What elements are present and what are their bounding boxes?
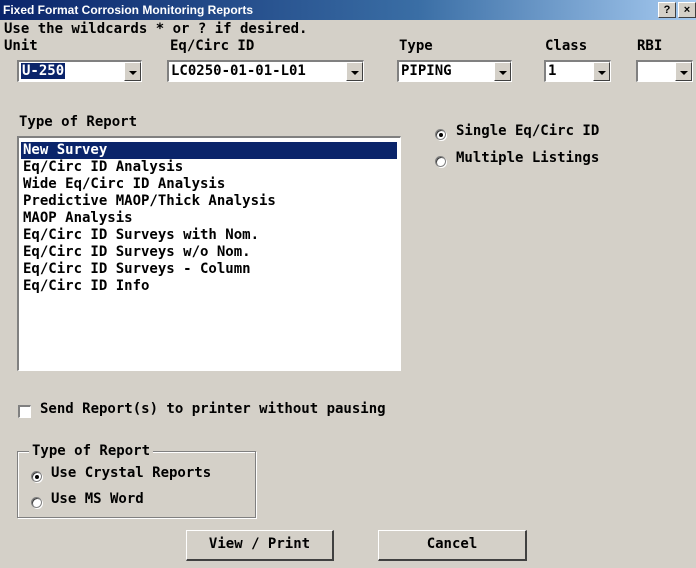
list-item[interactable]: Eq/Circ ID Surveys w/o Nom. bbox=[21, 244, 397, 261]
list-item[interactable]: Eq/Circ ID Surveys with Nom. bbox=[21, 227, 397, 244]
chevron-down-icon[interactable] bbox=[494, 62, 511, 81]
single-eqcirc-label[interactable]: Single Eq/Circ ID bbox=[456, 123, 599, 139]
type-label: Type bbox=[399, 38, 433, 54]
report-engine-group bbox=[17, 451, 256, 518]
list-item[interactable]: Predictive MAOP/Thick Analysis bbox=[21, 193, 397, 210]
ms-word-label[interactable]: Use MS Word bbox=[51, 491, 144, 507]
rbi-combo[interactable] bbox=[636, 60, 693, 82]
ms-word-radio[interactable] bbox=[31, 497, 42, 508]
class-combo[interactable]: 1 bbox=[544, 60, 611, 82]
eqcirc-combo[interactable]: LC0250-01-01-L01 bbox=[167, 60, 364, 82]
close-button[interactable]: × bbox=[678, 2, 696, 18]
crystal-reports-radio[interactable] bbox=[31, 471, 42, 482]
rbi-label: RBI bbox=[637, 38, 663, 54]
help-button[interactable]: ? bbox=[658, 2, 676, 18]
send-to-printer-checkbox[interactable] bbox=[18, 405, 31, 418]
report-dialog: Fixed Format Corrosion Monitoring Report… bbox=[0, 0, 696, 568]
type-combo[interactable]: PIPING bbox=[397, 60, 512, 82]
send-to-printer-label[interactable]: Send Report(s) to printer without pausin… bbox=[40, 401, 386, 417]
report-type-listbox[interactable]: New Survey Eq/Circ ID Analysis Wide Eq/C… bbox=[17, 136, 401, 371]
chevron-down-icon[interactable] bbox=[593, 62, 610, 81]
report-list-label: Type of Report bbox=[19, 114, 138, 130]
unit-combo[interactable]: U-250 bbox=[17, 60, 142, 82]
unit-label: Unit bbox=[4, 38, 38, 54]
title-bar: Fixed Format Corrosion Monitoring Report… bbox=[0, 0, 696, 20]
list-item[interactable]: MAOP Analysis bbox=[21, 210, 397, 227]
eqcirc-value: LC0250-01-01-L01 bbox=[171, 63, 306, 79]
view-print-button[interactable]: View / Print bbox=[186, 530, 334, 561]
multiple-listings-radio[interactable] bbox=[435, 156, 446, 167]
class-value: 1 bbox=[548, 63, 557, 79]
single-eqcirc-radio[interactable] bbox=[435, 129, 446, 140]
chevron-down-icon[interactable] bbox=[675, 62, 692, 81]
list-item[interactable]: Eq/Circ ID Surveys - Column bbox=[21, 261, 397, 278]
list-item[interactable]: Eq/Circ ID Info bbox=[21, 278, 397, 295]
instructions-text: Use the wildcards * or ? if desired. bbox=[4, 21, 308, 37]
class-label: Class bbox=[545, 38, 588, 54]
unit-value: U-250 bbox=[21, 63, 66, 79]
list-item[interactable]: Eq/Circ ID Analysis bbox=[21, 159, 397, 176]
chevron-down-icon[interactable] bbox=[346, 62, 363, 81]
crystal-reports-label[interactable]: Use Crystal Reports bbox=[51, 465, 211, 481]
multiple-listings-label[interactable]: Multiple Listings bbox=[456, 150, 599, 166]
type-value: PIPING bbox=[401, 63, 452, 79]
list-item[interactable]: New Survey bbox=[21, 142, 397, 159]
window-title: Fixed Format Corrosion Monitoring Report… bbox=[3, 3, 254, 17]
chevron-down-icon[interactable] bbox=[124, 62, 141, 81]
report-engine-legend: Type of Report bbox=[29, 443, 154, 459]
list-item[interactable]: Wide Eq/Circ ID Analysis bbox=[21, 176, 397, 193]
cancel-button[interactable]: Cancel bbox=[378, 530, 527, 561]
eqcirc-label: Eq/Circ ID bbox=[170, 38, 255, 54]
